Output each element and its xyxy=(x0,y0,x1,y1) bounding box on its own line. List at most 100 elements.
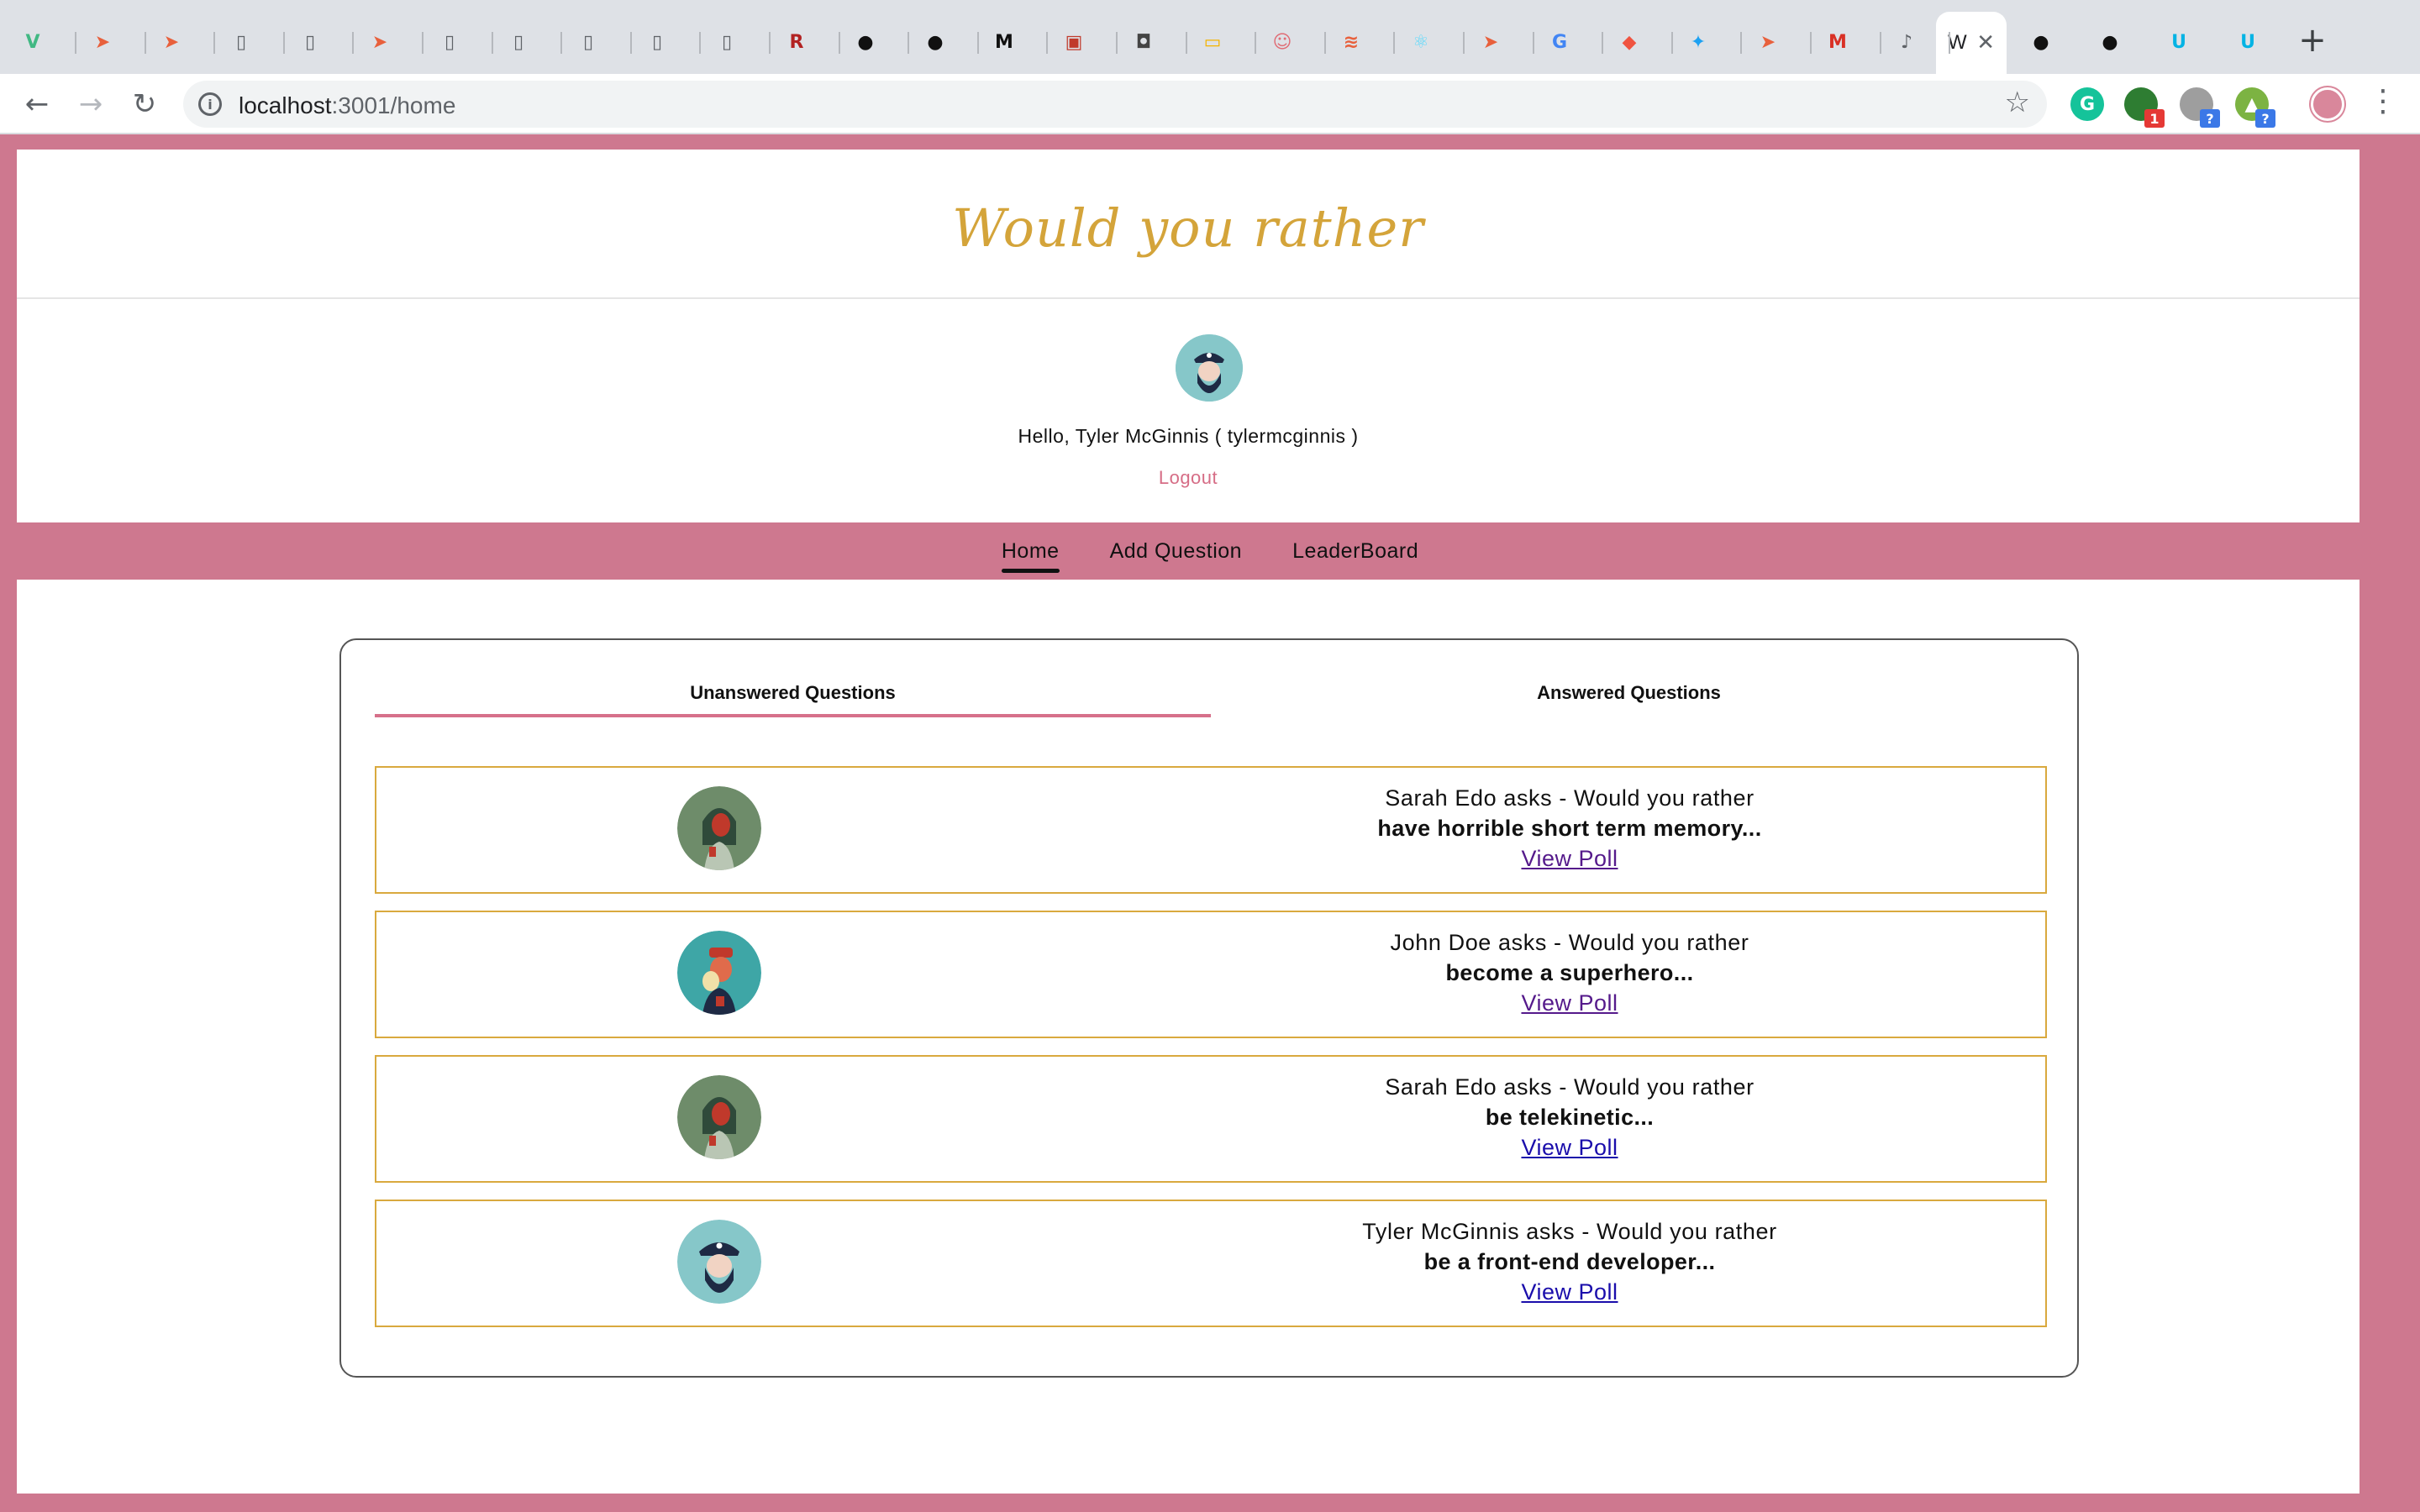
brand-title: Would you rather xyxy=(952,197,1424,259)
document-icon: ▯ xyxy=(513,31,524,53)
new-tab-plus-icon[interactable]: + xyxy=(2294,21,2331,60)
document-icon: ▯ xyxy=(721,31,733,53)
question-item: John Doe asks - Would you rather become … xyxy=(375,911,2047,1038)
profile-avatar[interactable] xyxy=(2311,87,2344,121)
react-icon: ⚛ xyxy=(1413,31,1429,53)
browser-tab[interactable]: ▯ xyxy=(562,13,632,71)
udacity-icon: U xyxy=(2171,31,2186,53)
url-host: localhost xyxy=(239,92,332,118)
browser-tab[interactable]: ▯ xyxy=(631,13,701,71)
github-icon: ● xyxy=(927,31,944,53)
audio-icon: ♪ xyxy=(1900,31,1913,53)
extension-icon[interactable]: ? xyxy=(2180,87,2220,128)
browser-toolbar: ← → ↻ i localhost:3001/home ☆ G 1? ▲? xyxy=(0,74,2420,134)
logout-link[interactable]: Logout xyxy=(17,467,2360,489)
address-bar[interactable]: i localhost:3001/home ☆ xyxy=(183,81,2047,128)
browser-tab[interactable]: ▯ xyxy=(424,13,493,71)
browser-tab[interactable]: U xyxy=(2222,13,2289,71)
active-tab-title: W xyxy=(1948,31,1967,54)
browser-tab[interactable]: ➤ xyxy=(145,13,215,71)
browser-tab[interactable]: ➤ xyxy=(354,13,424,71)
tab-answered[interactable]: Answered Questions xyxy=(1211,665,2047,717)
site-info-icon[interactable]: i xyxy=(198,92,222,116)
question-preview: be telekinetic... xyxy=(1485,1105,1655,1130)
browser-tab[interactable]: M xyxy=(1812,13,1881,71)
bookmark-star-icon[interactable]: ☆ xyxy=(2005,86,2030,119)
browser-tab[interactable]: ● xyxy=(2084,13,2151,71)
github-icon: ● xyxy=(2033,31,2049,53)
rv-icon: R xyxy=(789,31,804,53)
url-path: :3001/home xyxy=(331,92,456,118)
question-preview: become a superhero... xyxy=(1445,960,1694,985)
browser-tab[interactable]: ✦ xyxy=(1672,13,1742,71)
nav-leaderboard[interactable]: LeaderBoard xyxy=(1292,539,1418,564)
browser-tab[interactable]: ● xyxy=(2015,13,2082,71)
author-avatar xyxy=(677,786,761,870)
github-icon: ● xyxy=(2102,31,2118,53)
browser-tab[interactable]: ◘ xyxy=(1118,13,1187,71)
app-container: Would you rather Hello, Tyler McGinnis (… xyxy=(0,150,2420,1494)
browser-tab[interactable]: ◆ xyxy=(1603,13,1673,71)
view-poll-link[interactable]: View Poll xyxy=(1276,843,1864,874)
nav-home[interactable]: Home xyxy=(1001,539,1060,573)
reload-icon[interactable]: ↻ xyxy=(126,86,163,123)
forward-arrow-icon[interactable]: → xyxy=(72,86,109,123)
document-icon: ▯ xyxy=(444,31,455,53)
view-poll-link[interactable]: View Poll xyxy=(1276,1132,1864,1163)
github-icon: ● xyxy=(857,31,874,53)
extension-badge: ? xyxy=(2255,109,2275,128)
document-icon: ▯ xyxy=(651,31,663,53)
tab-unanswered[interactable]: Unanswered Questions xyxy=(375,665,1211,717)
browser-tab[interactable]: ➤ xyxy=(1742,13,1812,71)
question-item: Tyler McGinnis asks - Would you rather b… xyxy=(375,1200,2047,1327)
question-asker: Sarah Edo asks - Would you rather xyxy=(1385,1074,1754,1100)
browser-tab[interactable]: ⚛ xyxy=(1395,13,1465,71)
question-tabs: Unanswered Questions Answered Questions xyxy=(375,665,2047,717)
browser-tab[interactable]: ▣ xyxy=(1048,13,1118,71)
questions-card: Unanswered Questions Answered Questions … xyxy=(339,638,2079,1378)
browser-tab[interactable]: U xyxy=(2153,13,2220,71)
browser-tab[interactable]: ● xyxy=(909,13,979,71)
view-poll-link[interactable]: View Poll xyxy=(1276,1277,1864,1307)
menu-kebab-icon[interactable]: ⋮ xyxy=(2368,84,2398,124)
browser-tab[interactable]: ▯ xyxy=(701,13,771,71)
grammarly-icon[interactable]: G xyxy=(2070,87,2104,121)
plane-icon: ➤ xyxy=(1760,31,1776,53)
extension-icon[interactable]: 1 xyxy=(2124,87,2165,128)
document-icon: ▯ xyxy=(235,31,247,53)
browser-tab[interactable]: ● xyxy=(839,13,909,71)
browser-tab[interactable]: ▯ xyxy=(492,13,562,71)
browser-tab[interactable]: ➤ xyxy=(1465,13,1534,71)
codepen-icon: ◘ xyxy=(1135,31,1152,53)
document-icon: ▯ xyxy=(304,31,316,53)
browser-tab[interactable]: ➤ xyxy=(76,13,146,71)
browser-tab[interactable]: ▯ xyxy=(215,13,285,71)
browser-tab[interactable]: ▭ xyxy=(1186,13,1256,71)
back-arrow-icon[interactable]: ← xyxy=(18,86,55,123)
document-icon: ▯ xyxy=(582,31,594,53)
browser-tab[interactable]: ☺ xyxy=(1256,13,1326,71)
plane-icon: ➤ xyxy=(94,31,111,53)
question-preview: have horrible short term memory... xyxy=(1377,816,1762,841)
slides-icon: ▭ xyxy=(1203,31,1222,53)
browser-tab[interactable]: G xyxy=(1534,13,1603,71)
stack-icon: ≋ xyxy=(1343,31,1360,53)
author-avatar xyxy=(677,931,761,1015)
close-icon[interactable]: ✕ xyxy=(1976,30,1995,55)
browser-tab[interactable]: ▯ xyxy=(284,13,354,71)
nav-add-question[interactable]: Add Question xyxy=(1110,539,1243,564)
browser-tab[interactable]: M xyxy=(978,13,1048,71)
view-poll-link[interactable]: View Poll xyxy=(1276,988,1864,1018)
extension-icon[interactable]: ▲? xyxy=(2235,87,2275,128)
browser-tab[interactable]: ♪ xyxy=(1881,13,1950,71)
browser-tab[interactable]: R xyxy=(771,13,840,71)
author-avatar xyxy=(677,1075,761,1159)
page-background: Would you rather Hello, Tyler McGinnis (… xyxy=(0,134,2420,1512)
browser-tab[interactable]: V xyxy=(7,13,76,71)
url-text[interactable]: localhost:3001/home xyxy=(239,92,455,119)
browser-tab[interactable]: ≋ xyxy=(1325,13,1395,71)
smile-icon: ☺ xyxy=(1272,31,1292,53)
app-header: Would you rather xyxy=(17,150,2360,299)
google-icon: G xyxy=(1551,31,1568,53)
plane-icon: ➤ xyxy=(371,31,388,53)
